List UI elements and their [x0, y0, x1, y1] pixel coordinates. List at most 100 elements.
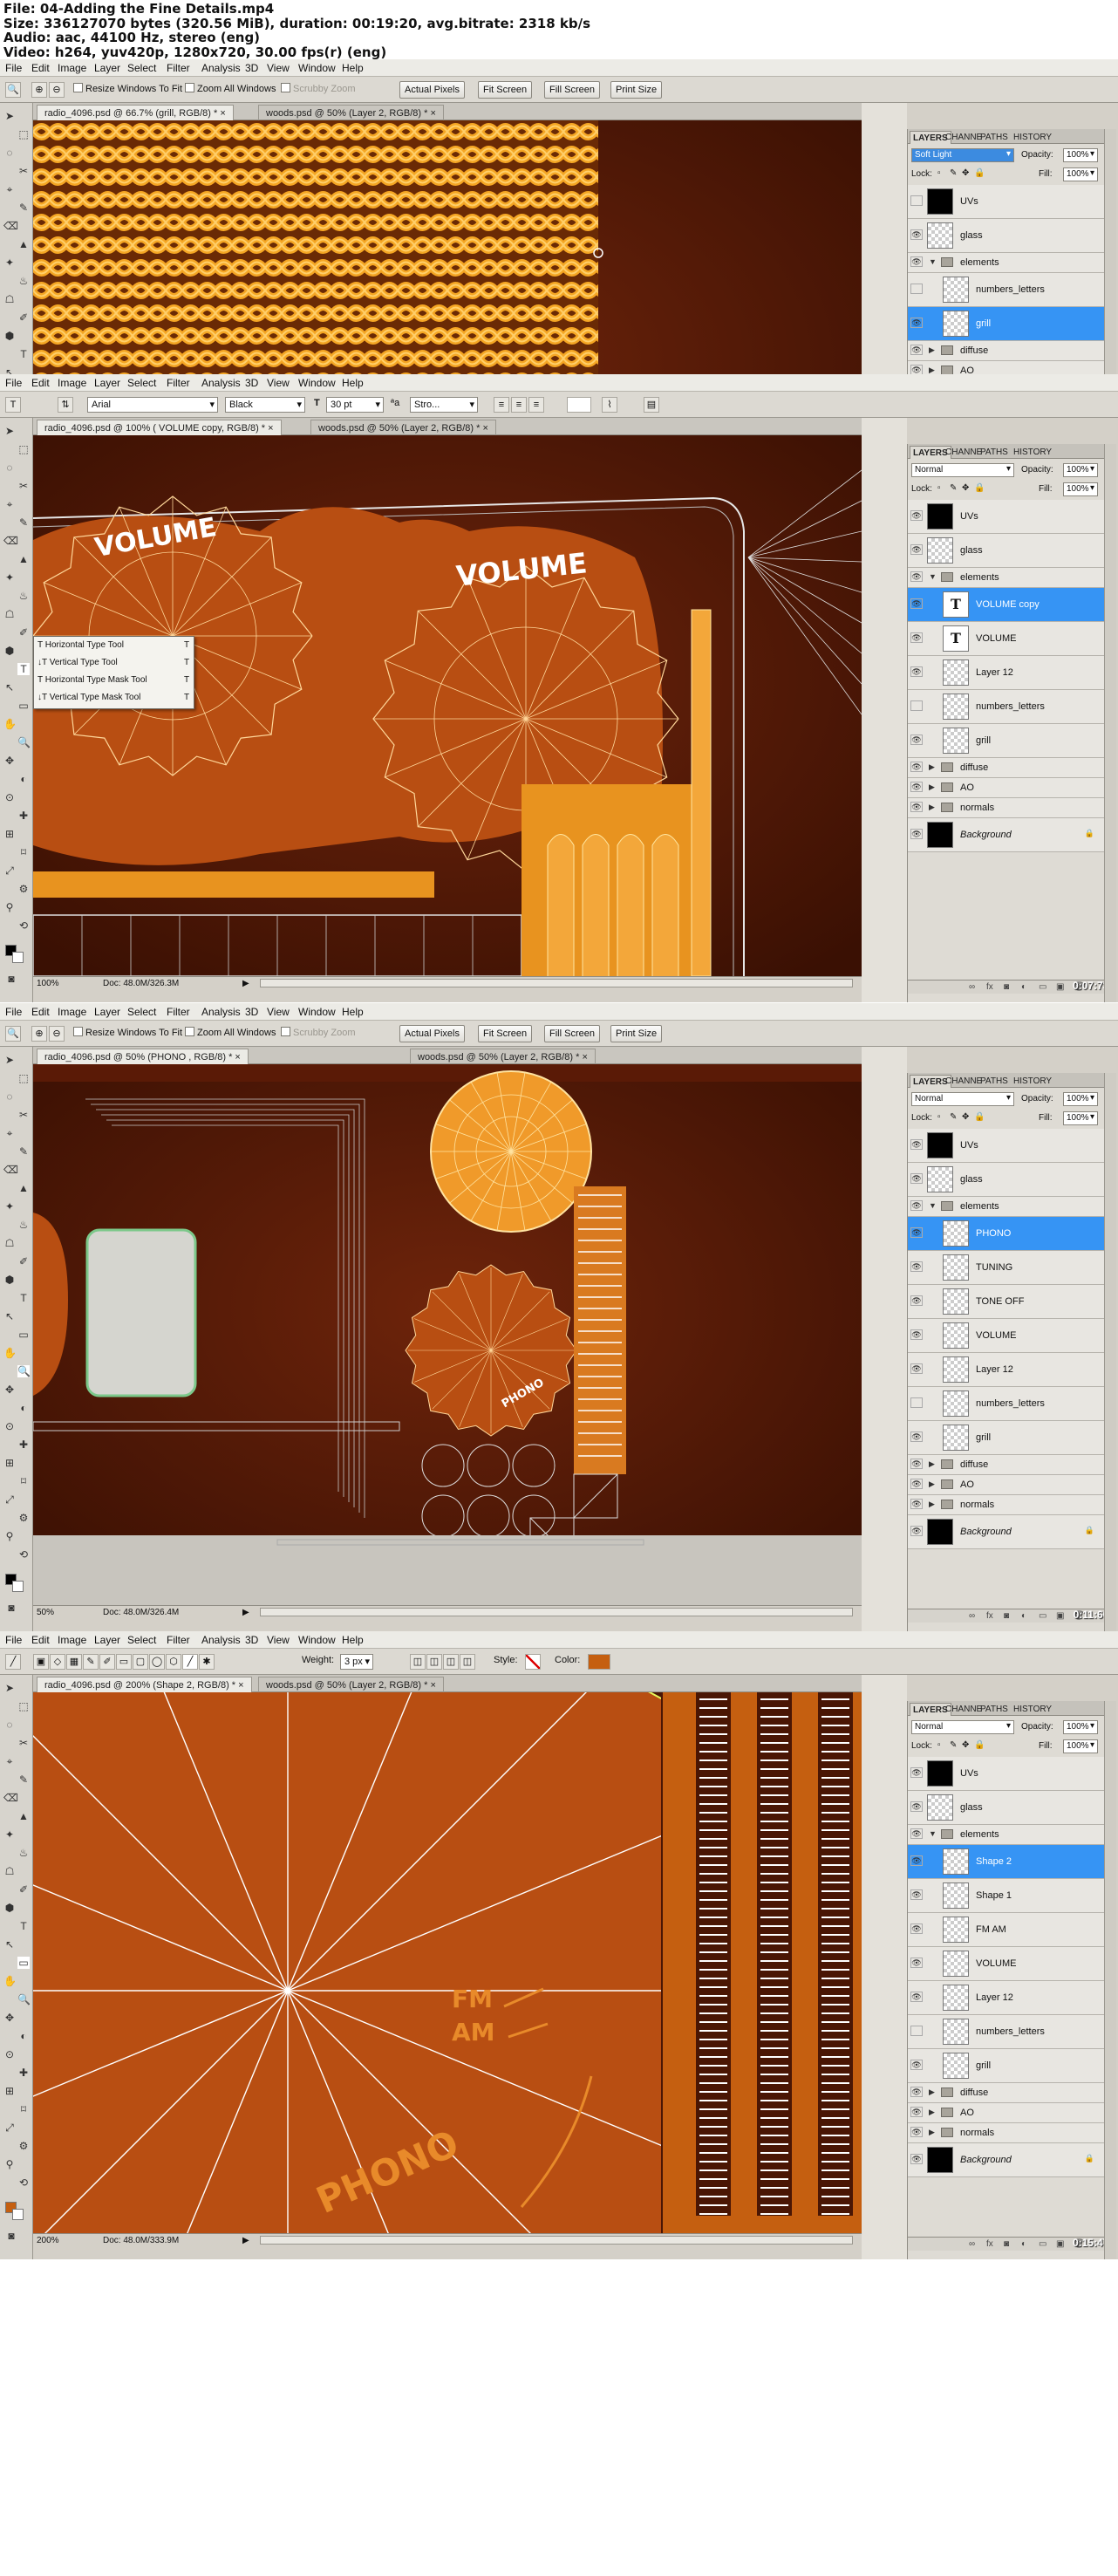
link-icon[interactable]: ∞ [969, 982, 975, 992]
menu-item-select[interactable]: Select [127, 1634, 156, 1646]
layer-layer-12[interactable]: 👁 Layer 12 [908, 1353, 1105, 1387]
lasso-tool-icon[interactable]: ◌ [3, 147, 16, 159]
close-icon[interactable]: × [579, 1052, 587, 1063]
lasso-tool-icon[interactable]: ◌ [3, 1090, 16, 1103]
eye-icon[interactable]: 👁 [910, 256, 923, 267]
zoom-all-windows-checkbox[interactable]: Zoom All Windows [185, 83, 276, 94]
menu-item-view[interactable]: View [267, 377, 290, 389]
panel-scrollbar[interactable] [1104, 1701, 1116, 2259]
burn-tool-icon[interactable]: ♨ [17, 1847, 30, 1859]
link-icon[interactable]: ∞ [969, 2239, 975, 2249]
lock-transparent-icon[interactable]: ▫ [937, 168, 941, 178]
pen-tool-icon[interactable]: ✐ [17, 626, 30, 639]
eye-icon[interactable]: 👁 [910, 1526, 923, 1536]
chevron-right-icon[interactable]: ▶ [929, 2128, 935, 2137]
lock-all-icon[interactable]: 🔒 [974, 168, 985, 178]
eye-icon[interactable]: 👁 [910, 571, 923, 582]
path-select-tool-icon[interactable]: ↖ [3, 1310, 16, 1322]
burn-tool-icon[interactable]: ♨ [17, 1219, 30, 1231]
rotate-tool-icon[interactable]: ⟲ [17, 919, 30, 932]
tab-woods-document[interactable]: woods.psd @ 50% (Layer 2, RGB/8) * × [410, 1049, 596, 1064]
menu-item-image[interactable]: Image [58, 1634, 86, 1646]
background-color-swatch[interactable] [12, 2209, 24, 2220]
layer-layer-12[interactable]: 👁 Layer 12 [908, 656, 1105, 690]
lock-image-icon[interactable]: ✎ [950, 168, 957, 178]
flyout-item-vertical-type-tool[interactable]: ↓T Vertical Type Tool T [37, 658, 189, 667]
fill-pixels-icon[interactable]: ▦ [66, 1654, 82, 1670]
pattern-tool-icon[interactable]: ✥ [3, 755, 16, 767]
menu-item-file[interactable]: File [5, 62, 22, 74]
eye-icon[interactable]: 👁 [910, 1227, 923, 1238]
pen-tool-icon[interactable]: ✐ [17, 1883, 30, 1896]
blur-tool-icon[interactable]: ⬢ [3, 645, 16, 657]
layer-numbers_letters[interactable]: numbers_letters [908, 690, 1105, 724]
tool-preset-picker[interactable]: 🔍 [5, 1026, 21, 1042]
chevron-right-icon[interactable]: ▶ [929, 803, 935, 812]
blend-mode-select[interactable]: Soft Light [911, 148, 1014, 162]
layer-elements[interactable]: 👁 ▼ elements [908, 1825, 1105, 1845]
menu-item-analysis[interactable]: Analysis [201, 62, 241, 74]
close-icon[interactable]: × [232, 1052, 240, 1063]
eye-icon[interactable] [910, 700, 923, 711]
layer-numbers_letters[interactable]: numbers_letters [908, 2015, 1105, 2049]
fill-input[interactable]: 100% [1063, 1739, 1098, 1753]
new-layer-icon[interactable]: ▣ [1056, 982, 1064, 992]
resize-windows-checkbox[interactable]: Resize Windows To Fit [73, 83, 182, 94]
zoom-in-icon[interactable]: ⊕ [31, 82, 47, 98]
layer-numbers_letters[interactable]: numbers_letters [908, 1387, 1105, 1421]
status-menu-arrow[interactable]: ▶ [242, 979, 249, 988]
eye-icon[interactable]: 👁 [910, 1173, 923, 1184]
close-icon[interactable]: × [217, 108, 225, 119]
color-swatch[interactable] [588, 1654, 610, 1670]
close-icon[interactable]: × [480, 423, 487, 434]
eye-icon[interactable]: 👁 [910, 1767, 923, 1778]
background-color-swatch[interactable] [12, 952, 24, 963]
mask-icon[interactable]: ◙ [1004, 1611, 1009, 1621]
lock-transparent-icon[interactable]: ▫ [937, 1112, 941, 1122]
menu-item-3d[interactable]: 3D [245, 1634, 258, 1646]
close-icon[interactable]: × [427, 108, 435, 119]
zoom-tool-icon[interactable]: 🔍 [17, 736, 31, 748]
layer-normals[interactable]: 👁 ▶ normals [908, 1495, 1105, 1515]
menu-item-select[interactable]: Select [127, 62, 156, 74]
close-icon[interactable]: × [265, 423, 273, 434]
dodge-tool-icon[interactable]: ◐ [17, 2030, 30, 2042]
menu-item-image[interactable]: Image [58, 1006, 86, 1018]
print-size-button[interactable]: Print Size [610, 1025, 663, 1042]
zoom-level[interactable]: 100% [37, 979, 59, 988]
stamp-tool-icon[interactable]: ✦ [3, 1828, 16, 1841]
layer-volume-copy[interactable]: 👁 T VOLUME copy [908, 588, 1105, 622]
fill-screen-button[interactable]: Fill Screen [544, 1025, 600, 1042]
gradient-tool-icon[interactable]: ▲ [17, 238, 30, 250]
menu-item-view[interactable]: View [267, 62, 290, 74]
menu-item-edit[interactable]: Edit [31, 1006, 50, 1018]
pen-tool-icon[interactable]: ✐ [17, 1255, 30, 1268]
marquee-tool-icon[interactable]: ⬚ [17, 443, 30, 455]
freeform-pen-icon[interactable]: ✐ [99, 1654, 115, 1670]
fill-screen-button[interactable]: Fill Screen [544, 81, 600, 99]
type-tool-icon[interactable]: T [17, 1292, 30, 1304]
layer-normals[interactable]: 👁 ▶ normals [908, 2123, 1105, 2143]
fill-input[interactable]: 100% [1063, 167, 1098, 181]
zoom-tool-icon[interactable]: 🔍 [17, 1365, 31, 1377]
layer-grill[interactable]: 👁 grill [908, 2049, 1105, 2083]
rounded-rectangle-icon[interactable]: ▢ [133, 1654, 148, 1670]
dodge-tool-icon[interactable]: ◐ [17, 773, 30, 785]
horizontal-scrollbar[interactable] [260, 1608, 853, 1616]
chevron-right-icon[interactable]: ▶ [929, 345, 935, 355]
zoom-out-icon[interactable]: ⊖ [49, 1026, 65, 1042]
crop-tool-icon[interactable]: ✂ [17, 480, 30, 492]
zoom-level[interactable]: 50% [37, 1608, 54, 1617]
eye-icon[interactable] [910, 284, 923, 294]
healing-tool-icon[interactable]: ✎ [17, 1773, 30, 1786]
document-canvas[interactable]: PHONO [33, 1064, 862, 1605]
rotate-tool-icon[interactable]: ⟲ [17, 2176, 30, 2189]
quick-mask-icon[interactable]: ◙ [5, 973, 17, 985]
3d-rotate-tool-icon[interactable]: ⊙ [3, 791, 16, 803]
zoom-all-windows-checkbox[interactable]: Zoom All Windows [185, 1027, 276, 1038]
path-select-tool-icon[interactable]: ↖ [3, 681, 16, 694]
close-icon[interactable]: × [427, 1680, 435, 1691]
opacity-input[interactable]: 100% [1063, 1092, 1098, 1106]
brush-tool-icon[interactable]: ✚ [17, 1438, 30, 1451]
healing-tool-icon[interactable]: ✎ [17, 516, 30, 529]
